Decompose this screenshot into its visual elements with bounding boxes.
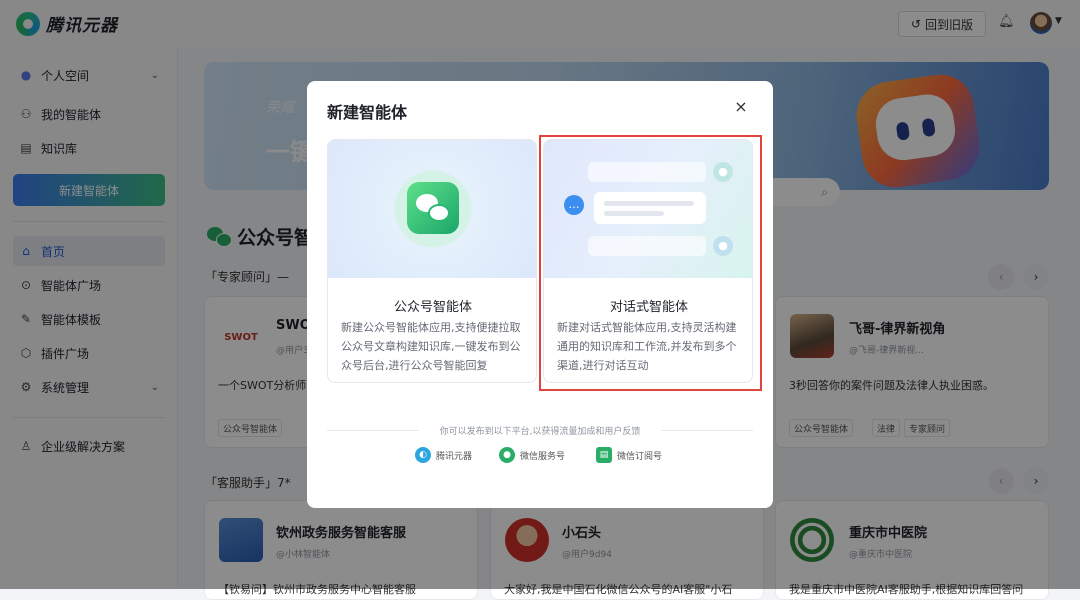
selection-highlight: [539, 135, 762, 391]
wechat-service-icon: ●: [499, 447, 515, 463]
publish-hint: 你可以发布到以下平台,以获得流量加成和用户反馈: [439, 427, 641, 437]
wechat-icon: [407, 182, 459, 234]
platform-wechat-service: ● 微信服务号: [499, 447, 565, 463]
dialog-title: 新建智能体: [327, 103, 408, 122]
option-official-account-agent[interactable]: 公众号智能体 新建公众号智能体应用,支持便捷拉取公众号文章构建知识库,一键发布到…: [327, 139, 537, 383]
wechat-subscription-icon: ▤: [596, 447, 612, 463]
close-icon[interactable]: ×: [733, 99, 749, 115]
platform-yuanqi: ◐ 腾讯元器: [415, 447, 472, 463]
option-description: 新建公众号智能体应用,支持便捷拉取公众号文章构建知识库,一键发布到公众号后台,进…: [341, 321, 521, 372]
platform-wechat-subscription: ▤ 微信订阅号: [596, 447, 662, 463]
yuanqi-icon: ◐: [415, 447, 431, 463]
option-title: 公众号智能体: [393, 300, 472, 315]
official-account-illustration: [328, 140, 536, 278]
